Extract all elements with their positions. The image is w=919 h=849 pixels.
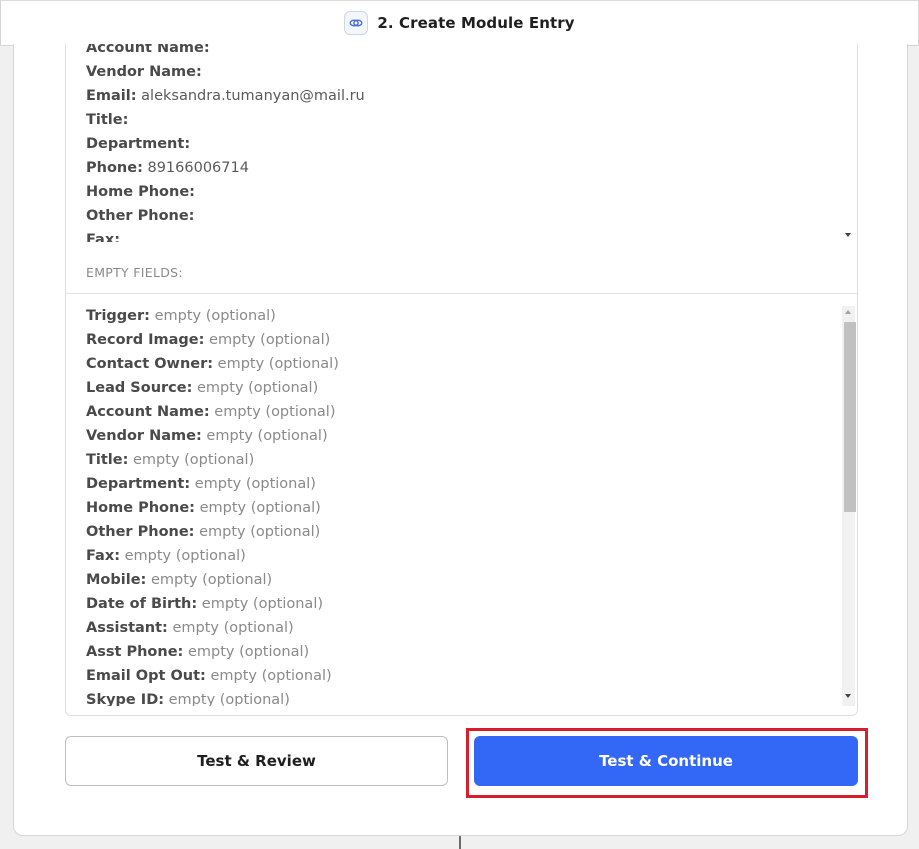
field-label: Lead Source: [86,380,193,396]
field-value: 89166006714 [147,160,249,176]
field-row: Account Name: [86,44,210,56]
field-value: empty (optional) [209,332,331,348]
field-label: Assistant: [86,620,168,636]
field-label: Date of Birth: [86,596,198,612]
empty-fields-list[interactable]: Trigger: empty (optional) Record Image: … [66,306,857,706]
field-value: empty (optional) [150,572,273,588]
field-row: Title: empty (optional) [86,452,254,468]
scrollbar-thumb[interactable] [844,322,856,512]
field-row: Department: [86,136,190,152]
field-label: Account Name: [86,44,210,56]
field-row: Email Opt Out: empty (optional) [86,668,332,684]
field-row: Home Phone: empty (optional) [86,500,321,516]
field-label: Title: [86,112,129,128]
field-row: Other Phone: empty (optional) [86,524,320,540]
field-label: Account Name: [86,404,210,420]
step-header: 2. Create Module Entry [0,0,919,46]
field-value: empty (optional) [197,380,319,396]
field-value: empty (optional) [214,404,336,420]
field-row: Asst Phone: empty (optional) [86,644,309,660]
field-row: Contact Owner: empty (optional) [86,356,339,372]
field-value: empty (optional) [187,644,310,660]
field-row: Home Phone: [86,184,195,200]
scrollbar[interactable] [842,306,856,706]
field-row: Vendor Name: [86,64,202,80]
section-divider [66,293,857,294]
field-label: Skype ID: [86,692,165,706]
field-row: Account Name: empty (optional) [86,404,336,420]
field-value: empty (optional) [154,308,276,324]
field-row: Mobile: empty (optional) [86,572,272,588]
field-label: Email: [86,88,137,104]
field-label: Other Phone: [86,524,195,540]
empty-fields-heading: EMPTY FIELDS: [86,265,183,280]
field-label: Phone: [86,160,143,176]
field-row: Lead Source: empty (optional) [86,380,318,396]
field-label: Title: [86,452,129,468]
field-row: Phone: 89166006714 [86,160,249,176]
field-value: empty (optional) [199,524,321,540]
scroll-down-arrow-icon[interactable] [845,694,851,698]
field-row: Email: aleksandra.tumanyan@mail.ru [86,88,365,104]
field-row: Vendor Name: empty (optional) [86,428,328,444]
field-label: Home Phone: [86,500,195,516]
field-row: Trigger: empty (optional) [86,308,276,324]
field-row: Other Phone: [86,208,194,224]
field-label: Department: [86,476,191,492]
field-row: Title: [86,112,128,128]
field-label: Email Opt Out: [86,668,206,684]
field-value: empty (optional) [201,596,324,612]
field-row: Assistant: empty (optional) [86,620,294,636]
scroll-down-arrow-icon[interactable] [845,233,851,237]
field-label: Record Image: [86,332,205,348]
field-label: Fax: [86,232,120,242]
field-row: Fax: [86,232,120,242]
field-label: Department: [86,136,191,152]
link-chain-icon [344,11,369,35]
field-value: empty (optional) [133,452,255,468]
field-label: Home Phone: [86,184,195,200]
field-label: Other Phone: [86,208,195,224]
field-row: Record Image: empty (optional) [86,332,330,348]
test-review-button[interactable]: Test & Review [65,736,448,786]
field-value: empty (optional) [194,476,316,492]
fields-container: Account Name: Vendor Name: Email: aleksa… [65,44,858,716]
field-label: Trigger: [86,308,150,324]
field-label: Vendor Name: [86,428,202,444]
connector-line [459,836,461,849]
field-value: aleksandra.tumanyan@mail.ru [141,88,365,104]
field-value: empty (optional) [168,692,290,706]
field-label: Mobile: [86,572,147,588]
field-value: empty (optional) [210,668,332,684]
field-label: Fax: [86,548,120,564]
field-label: Contact Owner: [86,356,214,372]
field-value: empty (optional) [199,500,321,516]
field-row: Department: empty (optional) [86,476,316,492]
step-title: 2. Create Module Entry [377,14,575,32]
field-row: Date of Birth: empty (optional) [86,596,323,612]
filled-fields-list[interactable]: Account Name: Vendor Name: Email: aleksa… [66,44,857,242]
field-row: Fax: empty (optional) [86,548,246,564]
test-continue-button[interactable]: Test & Continue [474,736,858,786]
field-value: empty (optional) [172,620,294,636]
step-panel: Account Name: Vendor Name: Email: aleksa… [13,44,908,836]
scroll-up-arrow-icon[interactable] [845,310,851,314]
field-label: Vendor Name: [86,64,202,80]
field-value: empty (optional) [124,548,246,564]
field-label: Asst Phone: [86,644,184,660]
field-value: empty (optional) [217,356,339,372]
field-row: Skype ID: empty (optional) [86,692,290,706]
field-value: empty (optional) [206,428,328,444]
